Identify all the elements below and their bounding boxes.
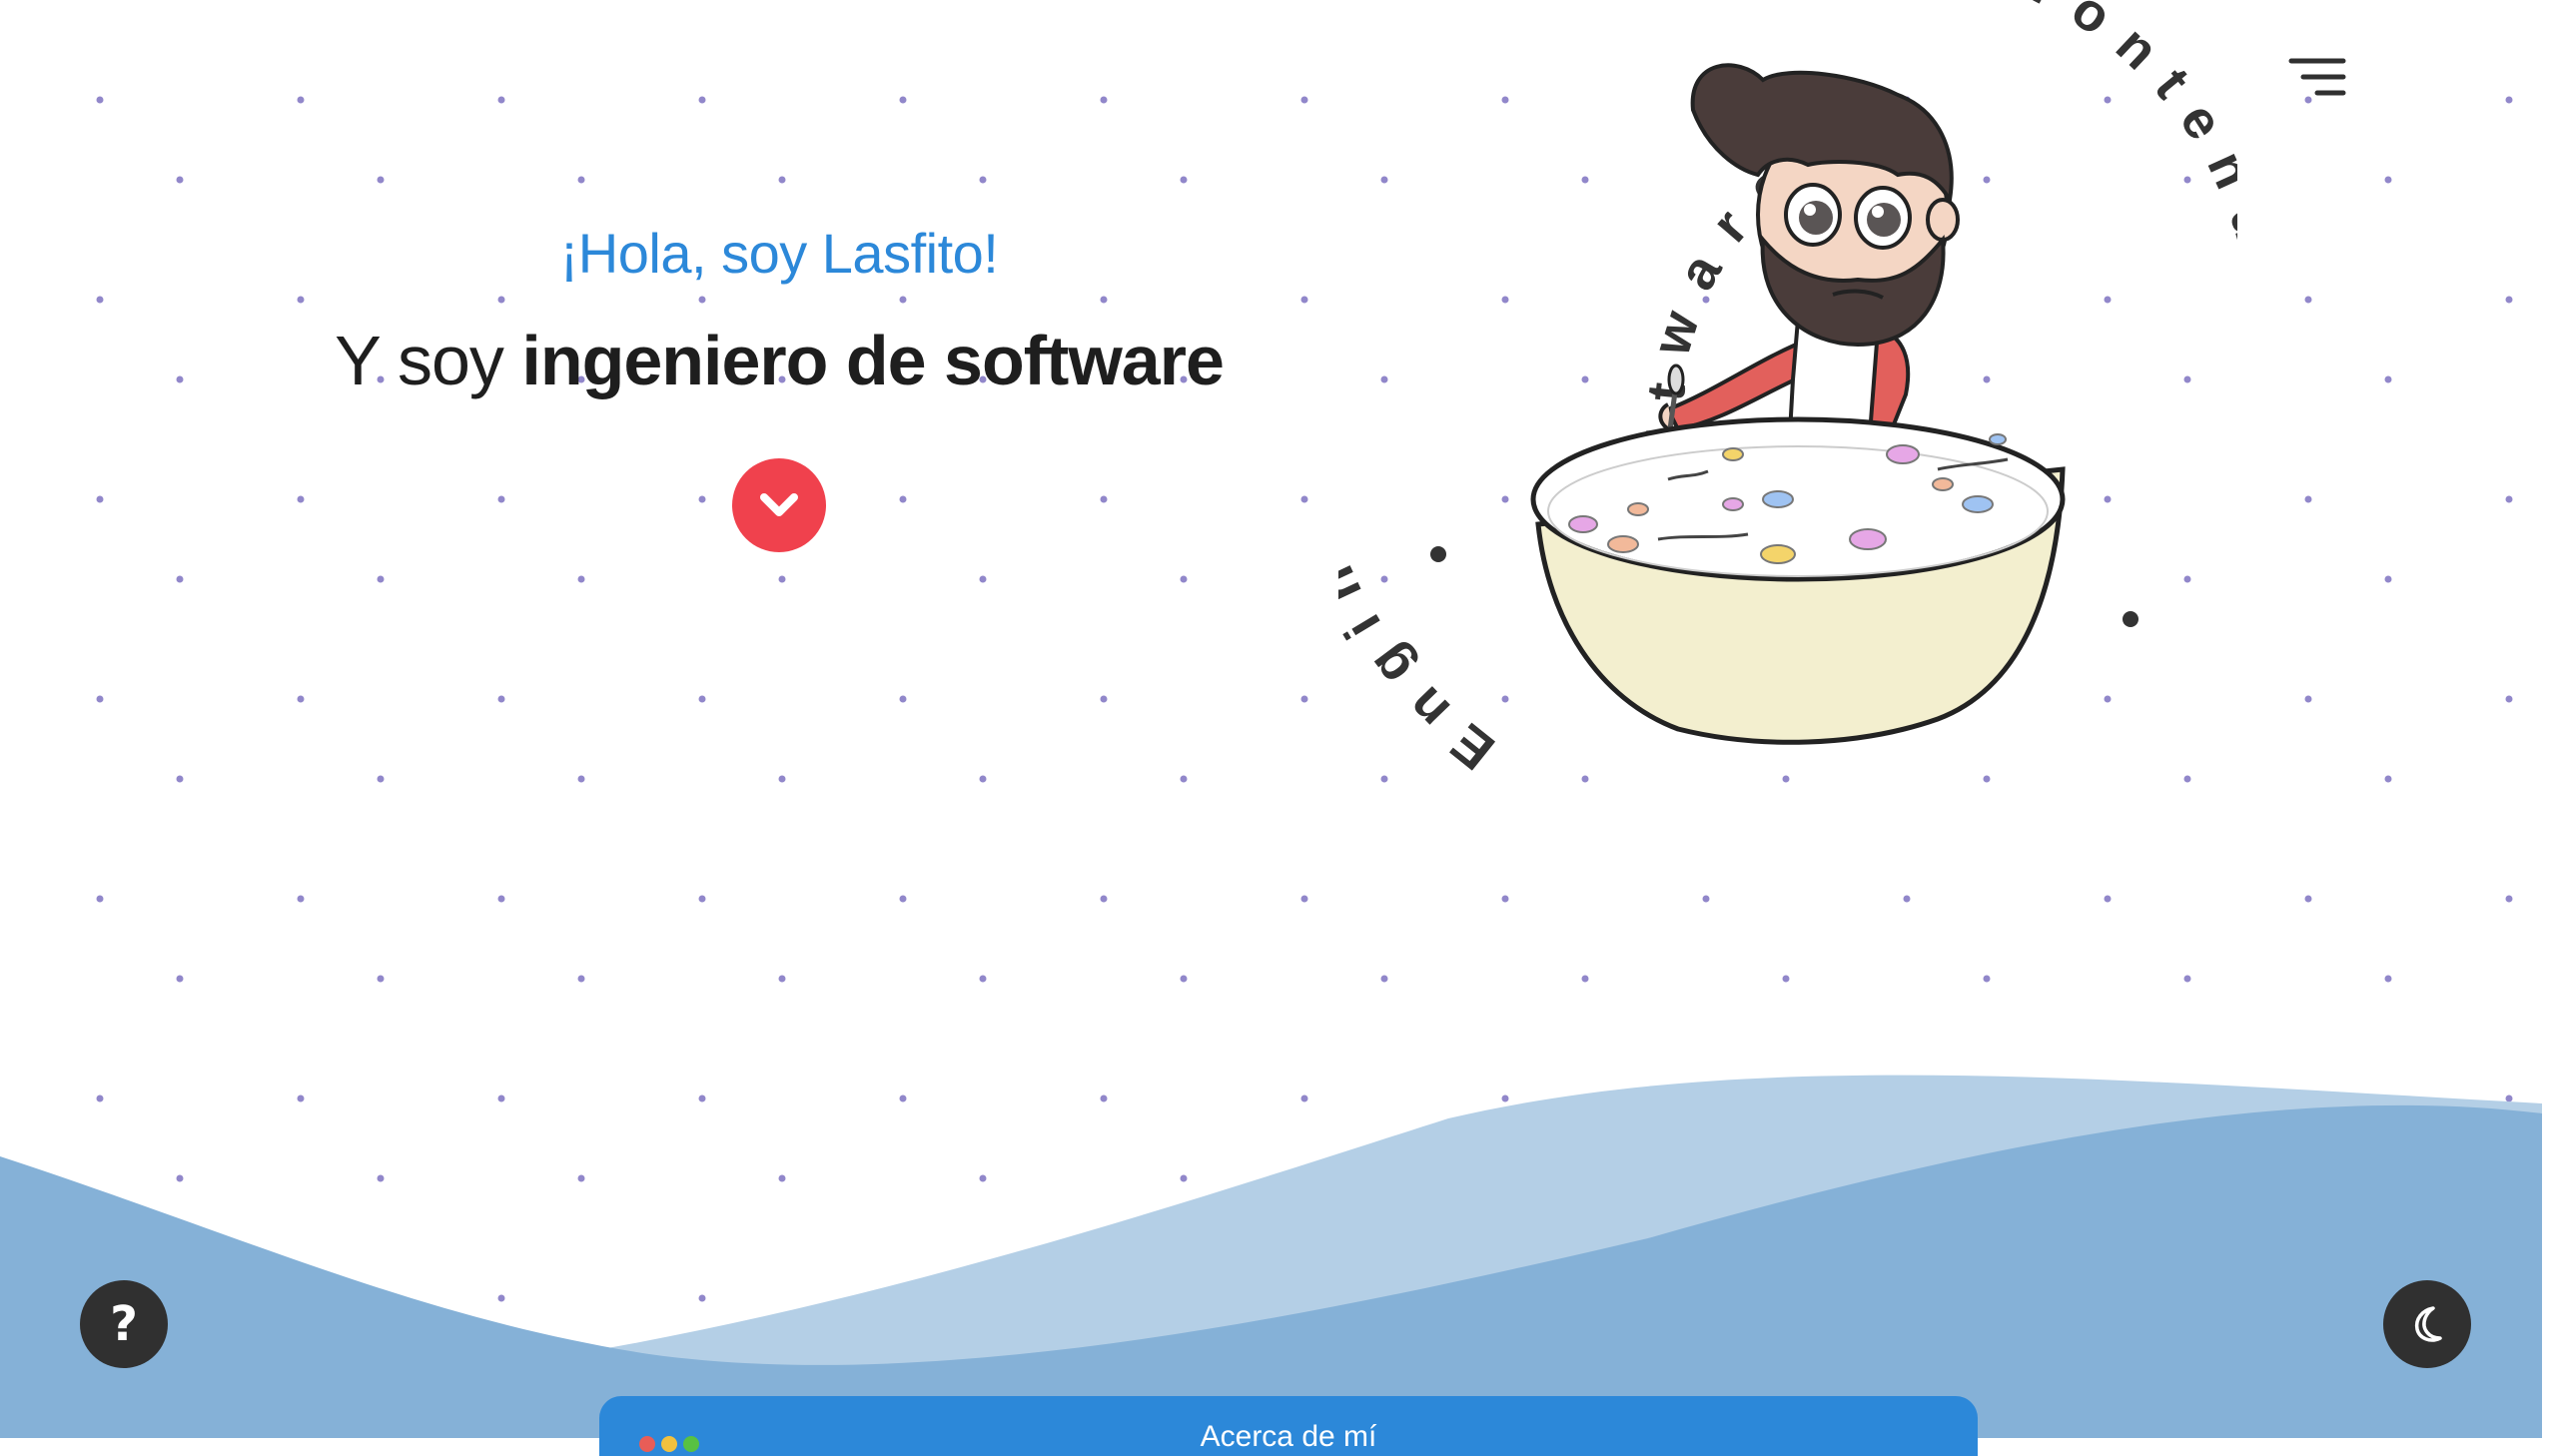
ring-text-right: Frontend	[1974, 0, 2237, 269]
window-title: Acerca de mí	[1200, 1420, 1377, 1453]
hero-section: ¡Hola, soy Lasfito! Y soy ingeniero de s…	[280, 220, 1278, 399]
question-icon: ?	[110, 1296, 138, 1352]
subtitle-emphasis: ingeniero de software	[521, 322, 1224, 400]
moon-icon	[2414, 1306, 2442, 1342]
avatar-illustration: Engineer Frontend Software	[1338, 0, 2237, 782]
help-button[interactable]: ?	[80, 1280, 168, 1368]
scroll-down-button[interactable]	[732, 458, 826, 552]
greeting-text: ¡Hola, soy Lasfito!	[559, 222, 999, 285]
about-window-titlebar: Acerca de mí	[599, 1396, 1978, 1456]
ring-text-left: Engineer	[1338, 398, 1505, 782]
theme-toggle-button[interactable]	[2383, 1280, 2471, 1368]
chevron-down-icon	[760, 493, 798, 516]
menu-icon	[2288, 58, 2346, 96]
subtitle-prefix: Y soy	[335, 322, 522, 400]
hero-subtitle: Y soy ingeniero de software	[280, 323, 1278, 399]
menu-button[interactable]	[2287, 55, 2347, 105]
cereal-bowl	[1530, 416, 2066, 745]
